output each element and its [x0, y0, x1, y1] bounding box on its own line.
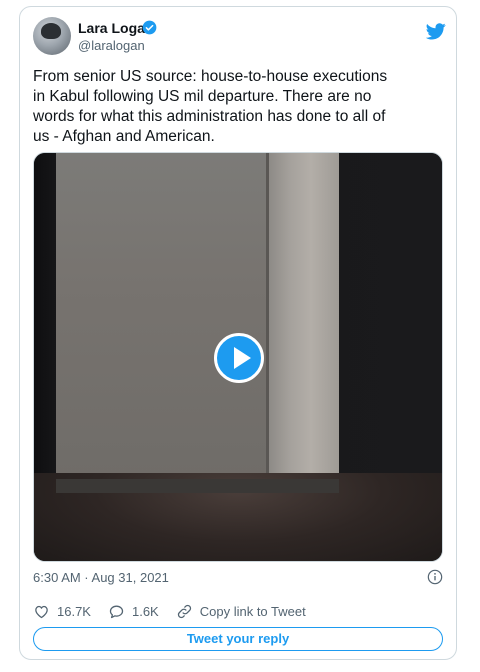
- reply-button[interactable]: 1.6K: [108, 603, 159, 620]
- tweet-your-reply-button[interactable]: Tweet your reply: [33, 627, 443, 651]
- link-icon: [177, 604, 191, 618]
- heart-icon: [35, 605, 48, 618]
- info-icon[interactable]: [427, 569, 443, 585]
- author-handle[interactable]: @laralogan: [78, 38, 145, 54]
- copy-link-button[interactable]: Copy link to Tweet: [176, 603, 306, 620]
- action-bar: 16.7K 1.6K Copy link to Tweet: [33, 601, 323, 621]
- like-button[interactable]: 16.7K: [33, 603, 91, 620]
- reply-icon: [109, 605, 124, 618]
- video-player[interactable]: [33, 152, 443, 562]
- twitter-bird-icon[interactable]: [426, 23, 446, 40]
- avatar[interactable]: [33, 17, 71, 55]
- tweet-text: From senior US source: house-to-house ex…: [33, 68, 388, 145]
- verified-badge-icon: [142, 20, 157, 35]
- tweet-card: Lara Logan @laralogan From senior US sou…: [19, 6, 457, 660]
- like-count: 16.7K: [57, 603, 91, 619]
- copy-link-label: Copy link to Tweet: [199, 603, 306, 619]
- play-icon[interactable]: [214, 333, 264, 383]
- reply-count: 1.6K: [131, 603, 159, 619]
- tweet-timestamp[interactable]: 6:30 AM · Aug 31, 2021: [33, 570, 169, 586]
